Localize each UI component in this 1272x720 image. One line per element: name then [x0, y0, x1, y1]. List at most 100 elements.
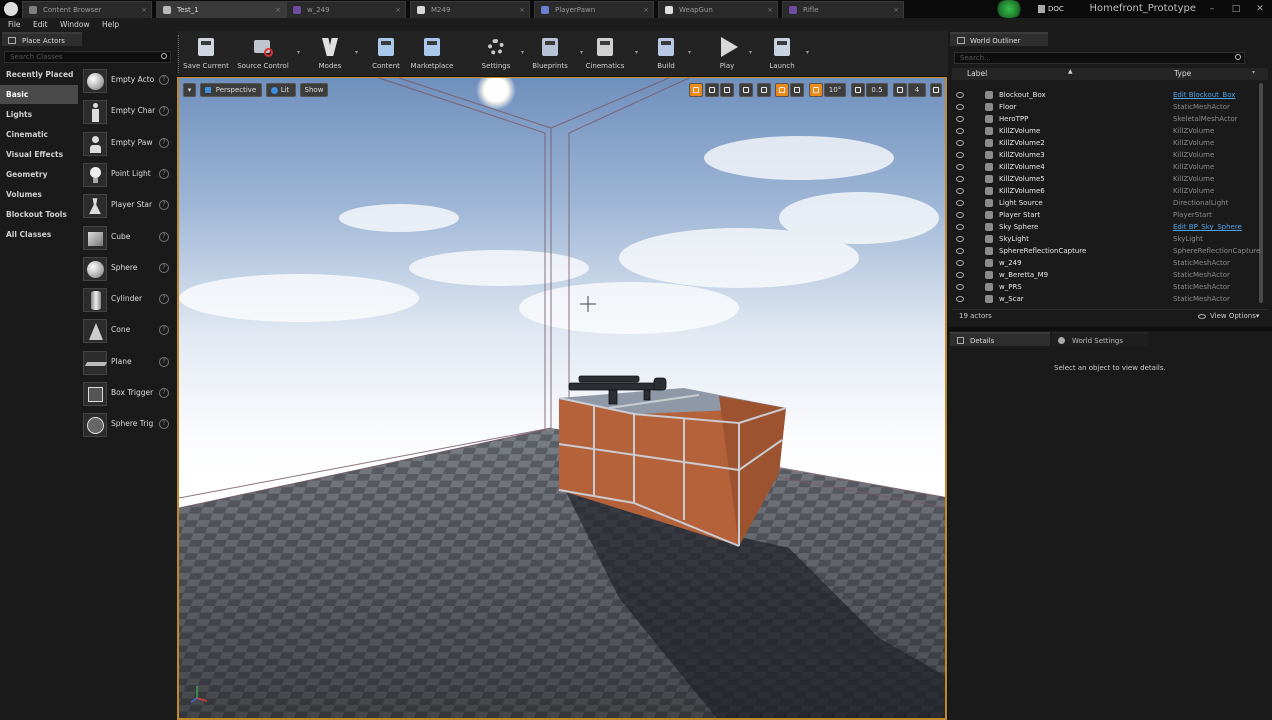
- info-icon[interactable]: ?: [159, 388, 169, 398]
- actor-item-point-light[interactable]: Point Light?: [81, 161, 177, 191]
- menu-edit[interactable]: Edit: [33, 18, 48, 31]
- camera-speed-icon[interactable]: [893, 83, 907, 97]
- blueprints-button[interactable]: Blueprints ▾: [525, 33, 583, 75]
- label-column-header[interactable]: Label: [967, 69, 987, 78]
- actor-item-empty-acto[interactable]: Empty Acto?: [81, 67, 177, 97]
- actor-item-empty-paw[interactable]: Empty Paw?: [81, 130, 177, 160]
- actor-item-empty-char[interactable]: Empty Char?: [81, 98, 177, 128]
- tab-rifle[interactable]: Rifle ×: [782, 1, 904, 18]
- close-button[interactable]: ✕: [1248, 0, 1272, 18]
- visibility-eye-icon[interactable]: [956, 236, 964, 242]
- visibility-eye-icon[interactable]: [956, 248, 964, 254]
- info-icon[interactable]: ?: [159, 294, 169, 305]
- source-control-button[interactable]: Source Control ▾: [234, 33, 300, 75]
- outliner-row-w-scar[interactable]: w_Scar StaticMeshActor: [952, 293, 1268, 305]
- save-current-button[interactable]: Save Current: [183, 33, 229, 75]
- category-all-classes[interactable]: All Classes: [0, 225, 78, 244]
- outliner-row-sky-sphere[interactable]: Sky Sphere Edit BP_Sky_Sphere: [952, 221, 1268, 233]
- visibility-eye-icon[interactable]: [956, 152, 964, 158]
- actor-item-cube[interactable]: Cube?: [81, 224, 177, 254]
- chevron-down-icon[interactable]: ▾: [749, 49, 752, 56]
- tab-test-1[interactable]: Test_1 ×: [156, 1, 286, 18]
- visibility-eye-icon[interactable]: [956, 296, 964, 302]
- info-icon[interactable]: ?: [159, 75, 169, 85]
- tab-content-browser[interactable]: Content Browser ×: [22, 1, 152, 18]
- scale-snap-value[interactable]: 0.5: [866, 83, 888, 97]
- panel-divider[interactable]: [948, 327, 1272, 331]
- outliner-row-w-beretta-m9[interactable]: w_Beretta_M9 StaticMeshActor: [952, 269, 1268, 281]
- outliner-row-killzvolume6[interactable]: KillZVolume6 KillZVolume: [952, 185, 1268, 197]
- lit-button[interactable]: Lit: [266, 83, 296, 97]
- tab-close-icon[interactable]: ×: [893, 2, 899, 18]
- chevron-down-icon[interactable]: ▾: [635, 49, 638, 56]
- play-button[interactable]: Play ▾: [710, 33, 752, 75]
- outliner-row-killzvolume3[interactable]: KillZVolume3 KillZVolume: [952, 149, 1268, 161]
- scale-tool-icon[interactable]: [720, 83, 734, 97]
- category-blockout-tools[interactable]: Blockout Tools: [0, 205, 78, 224]
- rotation-snap-value[interactable]: 10°: [824, 83, 846, 97]
- place-actors-tab[interactable]: Place Actors: [2, 32, 82, 46]
- camera-speed-value[interactable]: 4: [908, 83, 926, 97]
- category-lights[interactable]: Lights: [0, 105, 78, 124]
- visibility-eye-icon[interactable]: [956, 140, 964, 146]
- menu-file[interactable]: File: [8, 18, 21, 31]
- actor-item-sphere-trig[interactable]: Sphere Trig?: [81, 411, 177, 441]
- rotation-snap-icon[interactable]: [809, 83, 823, 97]
- tab-close-icon[interactable]: ×: [643, 2, 649, 18]
- marketplace-button[interactable]: Marketplace: [407, 33, 457, 75]
- visibility-eye-icon[interactable]: [956, 260, 964, 266]
- perspective-button[interactable]: Perspective: [200, 83, 262, 97]
- visibility-eye-icon[interactable]: [956, 188, 964, 194]
- minimize-button[interactable]: –: [1200, 0, 1224, 18]
- show-button[interactable]: Show: [300, 83, 328, 97]
- info-icon[interactable]: ?: [159, 231, 169, 242]
- category-basic[interactable]: Basic: [0, 85, 78, 104]
- visibility-eye-icon[interactable]: [956, 176, 964, 182]
- translate-tool-icon[interactable]: [689, 83, 703, 97]
- category-volumes[interactable]: Volumes: [0, 185, 78, 204]
- surface-snap-icon[interactable]: [757, 83, 771, 97]
- world-space-icon[interactable]: [739, 83, 753, 97]
- details-tab[interactable]: Details: [950, 332, 1050, 346]
- doc-button[interactable]: DOC: [1036, 2, 1064, 16]
- actor-item-cylinder[interactable]: Cylinder?: [81, 286, 177, 316]
- tab-m249[interactable]: M249 ×: [410, 1, 530, 18]
- info-icon[interactable]: ?: [159, 137, 169, 148]
- outliner-row-killzvolume[interactable]: KillZVolume KillZVolume: [952, 125, 1268, 137]
- outliner-row-killzvolume2[interactable]: KillZVolume2 KillZVolume: [952, 137, 1268, 149]
- tab-close-icon[interactable]: ×: [141, 2, 147, 18]
- visibility-eye-icon[interactable]: [956, 128, 964, 134]
- category-visual-effects[interactable]: Visual Effects: [0, 145, 78, 164]
- chevron-down-icon[interactable]: ▾: [688, 49, 691, 56]
- outliner-row-player-start[interactable]: Player Start PlayerStart: [952, 209, 1268, 221]
- launch-button[interactable]: Launch ▾: [763, 33, 809, 75]
- actor-item-sphere[interactable]: Sphere?: [81, 255, 177, 285]
- outliner-row-killzvolume4[interactable]: KillZVolume4 KillZVolume: [952, 161, 1268, 173]
- grid-snap-icon[interactable]: [775, 83, 789, 97]
- chevron-down-icon[interactable]: ▾: [297, 49, 300, 56]
- maximize-button[interactable]: □: [1224, 0, 1248, 18]
- outliner-row-skylight[interactable]: SkyLight SkyLight: [952, 233, 1268, 245]
- maximize-viewport-icon[interactable]: [930, 83, 942, 97]
- actor-item-box-trigger[interactable]: Box Trigger?: [81, 380, 177, 410]
- visibility-eye-icon[interactable]: [956, 116, 964, 122]
- ue-logo-icon[interactable]: [4, 2, 18, 16]
- edit-blueprint-link[interactable]: Edit Blockout_Box: [1173, 89, 1235, 101]
- search-classes-input[interactable]: Search Classes: [4, 51, 171, 63]
- info-icon[interactable]: ?: [159, 168, 169, 179]
- visibility-eye-icon[interactable]: [956, 272, 964, 278]
- grid-size-icon[interactable]: [790, 83, 804, 97]
- category-geometry[interactable]: Geometry: [0, 165, 78, 184]
- visibility-eye-icon[interactable]: [956, 164, 964, 170]
- actor-item-cone[interactable]: Cone?: [81, 317, 177, 347]
- outliner-row-blockout-box[interactable]: Blockout_Box Edit Blockout_Box: [952, 89, 1268, 101]
- info-icon[interactable]: ?: [159, 200, 169, 211]
- menu-window[interactable]: Window: [60, 18, 90, 31]
- edit-blueprint-link[interactable]: Edit BP_Sky_Sphere: [1173, 221, 1242, 233]
- tab-close-icon[interactable]: ×: [395, 2, 401, 18]
- tab-w-249[interactable]: w_249 ×: [286, 1, 406, 18]
- menu-help[interactable]: Help: [102, 18, 119, 31]
- viewport-options-button[interactable]: ▾: [183, 83, 196, 97]
- visibility-eye-icon[interactable]: [956, 212, 964, 218]
- notification-icon[interactable]: [994, 0, 1024, 18]
